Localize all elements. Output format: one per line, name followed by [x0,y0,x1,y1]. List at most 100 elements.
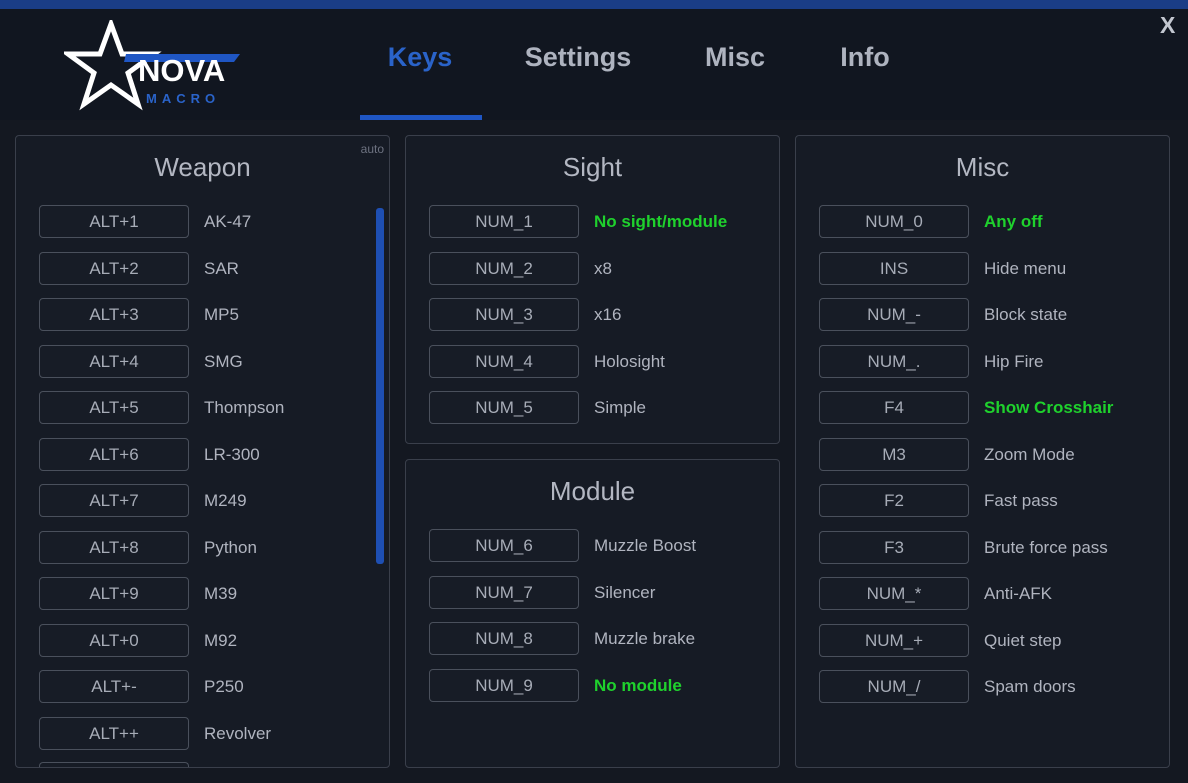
weapon-row: ALT+2 SAR [16,251,389,286]
weapon-key-button[interactable]: ALT+2 [39,251,189,285]
weapon-action-label: SMG [204,351,243,371]
module-row: NUM_6 Muzzle Boost [406,529,779,563]
misc-action-label: Quiet step [984,630,1062,650]
misc-action-label: Show Crosshair [984,398,1114,417]
logo-subtext: MACRO [146,91,221,106]
weapon-action-label: SAR [204,258,239,278]
sight-row: NUM_5 Simple [406,391,779,425]
module-key-button[interactable]: NUM_6 [429,529,579,562]
sight-row: NUM_1 No sight/module [406,205,779,239]
module-key-button[interactable]: NUM_9 [429,668,579,702]
misc-key-button[interactable]: INS [819,251,969,285]
weapon-row: ALT+9 M39 [16,577,389,611]
weapon-key-button[interactable]: ALT++ [39,716,189,750]
weapon-key-button[interactable]: ALT+4 [39,344,189,378]
module-action-label: Muzzle brake [594,629,696,648]
sight-key-button[interactable]: NUM_1 [429,205,579,238]
misc-key-button[interactable]: F2 [819,484,969,517]
weapon-row: ALT+5 Thompson [16,391,389,425]
misc-action-label: Spam doors [984,677,1076,696]
module-key-button[interactable]: NUM_8 [429,622,579,655]
sight-action-label: Holosight [594,351,665,371]
sight-key-button[interactable]: NUM_3 [429,298,579,331]
weapon-key-button[interactable]: ALT+0 [39,623,189,657]
weapon-row: ALT+4 SMG [16,344,389,379]
weapon-action-label: Thompson [204,398,285,417]
weapon-row: ALT+1 AK-47 [16,205,389,239]
weapon-action-label: LR-300 [204,444,260,464]
misc-action-label: Brute force pass [984,537,1108,557]
module-row: NUM_7 Silencer [406,575,779,610]
auto-label[interactable]: auto [361,142,384,156]
weapon-action-label: Revolver [204,723,272,743]
misc-key-button[interactable]: NUM_. [819,344,969,378]
weapon-action-label: P250 [204,677,244,696]
misc-key-button[interactable]: F3 [819,530,969,564]
misc-row: NUM_0 Any off [796,205,1169,239]
sight-row: NUM_4 Holosight [406,344,779,379]
module-action-label: Muzzle Boost [594,536,697,555]
misc-key-button[interactable]: NUM_- [819,298,969,331]
sight-action-label: x8 [594,258,612,278]
tab-keys[interactable]: Keys [380,42,460,78]
misc-action-label: Hip Fire [984,351,1044,371]
weapon-key-button[interactable]: ALT+6 [39,437,189,471]
module-row: NUM_8 Muzzle brake [406,622,779,656]
misc-row: M3 Zoom Mode [796,437,1169,472]
nova-macro-logo: NOVA MACRO [64,20,244,112]
weapon-row: ALT+0 M92 [16,623,389,658]
misc-key-button[interactable]: NUM_* [819,577,969,610]
module-key-button[interactable]: NUM_7 [429,575,579,609]
weapon-panel: Weapon auto ALT+1 AK-47 ALT+2 SAR ALT+3 MP5 AL… [15,135,390,768]
weapon-action-label: Python [204,537,257,557]
weapon-row: ALT+8 Python [16,530,389,565]
weapon-action-label: MP5 [204,305,239,324]
sight-action-label: x16 [594,305,622,324]
weapon-key-button[interactable]: ALT+1 [39,205,189,238]
misc-key-button[interactable]: F4 [819,391,969,424]
sight-key-button[interactable]: NUM_2 [429,251,579,285]
misc-action-label: Anti-AFK [984,584,1053,603]
weapon-action-label: M249 [204,491,247,510]
misc-panel-title: Misc [955,152,1010,182]
module-row: NUM_9 No module [406,668,779,703]
weapon-row: ALT+6 LR-300 [16,437,389,472]
sight-key-button[interactable]: NUM_5 [429,391,579,424]
logo-text: NOVA [138,53,226,88]
misc-row: INS Hide menu [796,251,1169,286]
active-tab-indicator [360,115,482,120]
misc-row: NUM_. Hip Fire [796,344,1169,379]
misc-key-button[interactable]: NUM_+ [819,623,969,657]
misc-key-button[interactable]: NUM_/ [819,670,969,703]
sight-key-button[interactable]: NUM_4 [429,344,579,378]
module-action-label: Silencer [594,582,656,602]
weapon-scrollbar[interactable] [376,208,384,564]
weapon-key-button[interactable]: ALT+5 [39,391,189,424]
misc-action-label: Any off [984,212,1043,231]
title-bar-accent [0,0,1188,9]
weapon-action-label: AK-47 [204,212,252,231]
tab-misc[interactable]: Misc [695,42,775,78]
weapon-action-label: M39 [204,584,238,603]
misc-key-button[interactable]: NUM_0 [819,205,969,238]
misc-action-label: Zoom Mode [984,444,1075,464]
weapon-row: ALT+7 M249 [16,484,389,518]
misc-key-button[interactable]: M3 [819,437,969,471]
weapon-key-button[interactable]: ALT+9 [39,577,189,610]
sight-panel-title: Sight [562,152,623,182]
misc-row: F2 Fast pass [796,484,1169,518]
weapon-panel-title: Weapon [154,152,251,182]
close-button[interactable]: X [1160,12,1175,39]
misc-row: NUM_- Block state [796,298,1169,332]
weapon-key-button[interactable]: ALT+3 [39,298,189,331]
weapon-key-button[interactable]: ALT+8 [39,530,189,564]
tab-settings[interactable]: Settings [515,42,641,78]
tab-info[interactable]: Info [830,42,900,78]
weapon-key-button[interactable]: ALT+7 [39,484,189,517]
weapon-row: ALT+3 MP5 [16,298,389,332]
misc-row: NUM_* Anti-AFK [796,577,1169,611]
weapon-key-button-partial[interactable] [39,762,189,767]
sight-action-label: No sight/module [594,212,728,231]
weapon-key-button[interactable]: ALT+- [39,670,189,703]
weapon-row: ALT+- P250 [16,670,389,704]
